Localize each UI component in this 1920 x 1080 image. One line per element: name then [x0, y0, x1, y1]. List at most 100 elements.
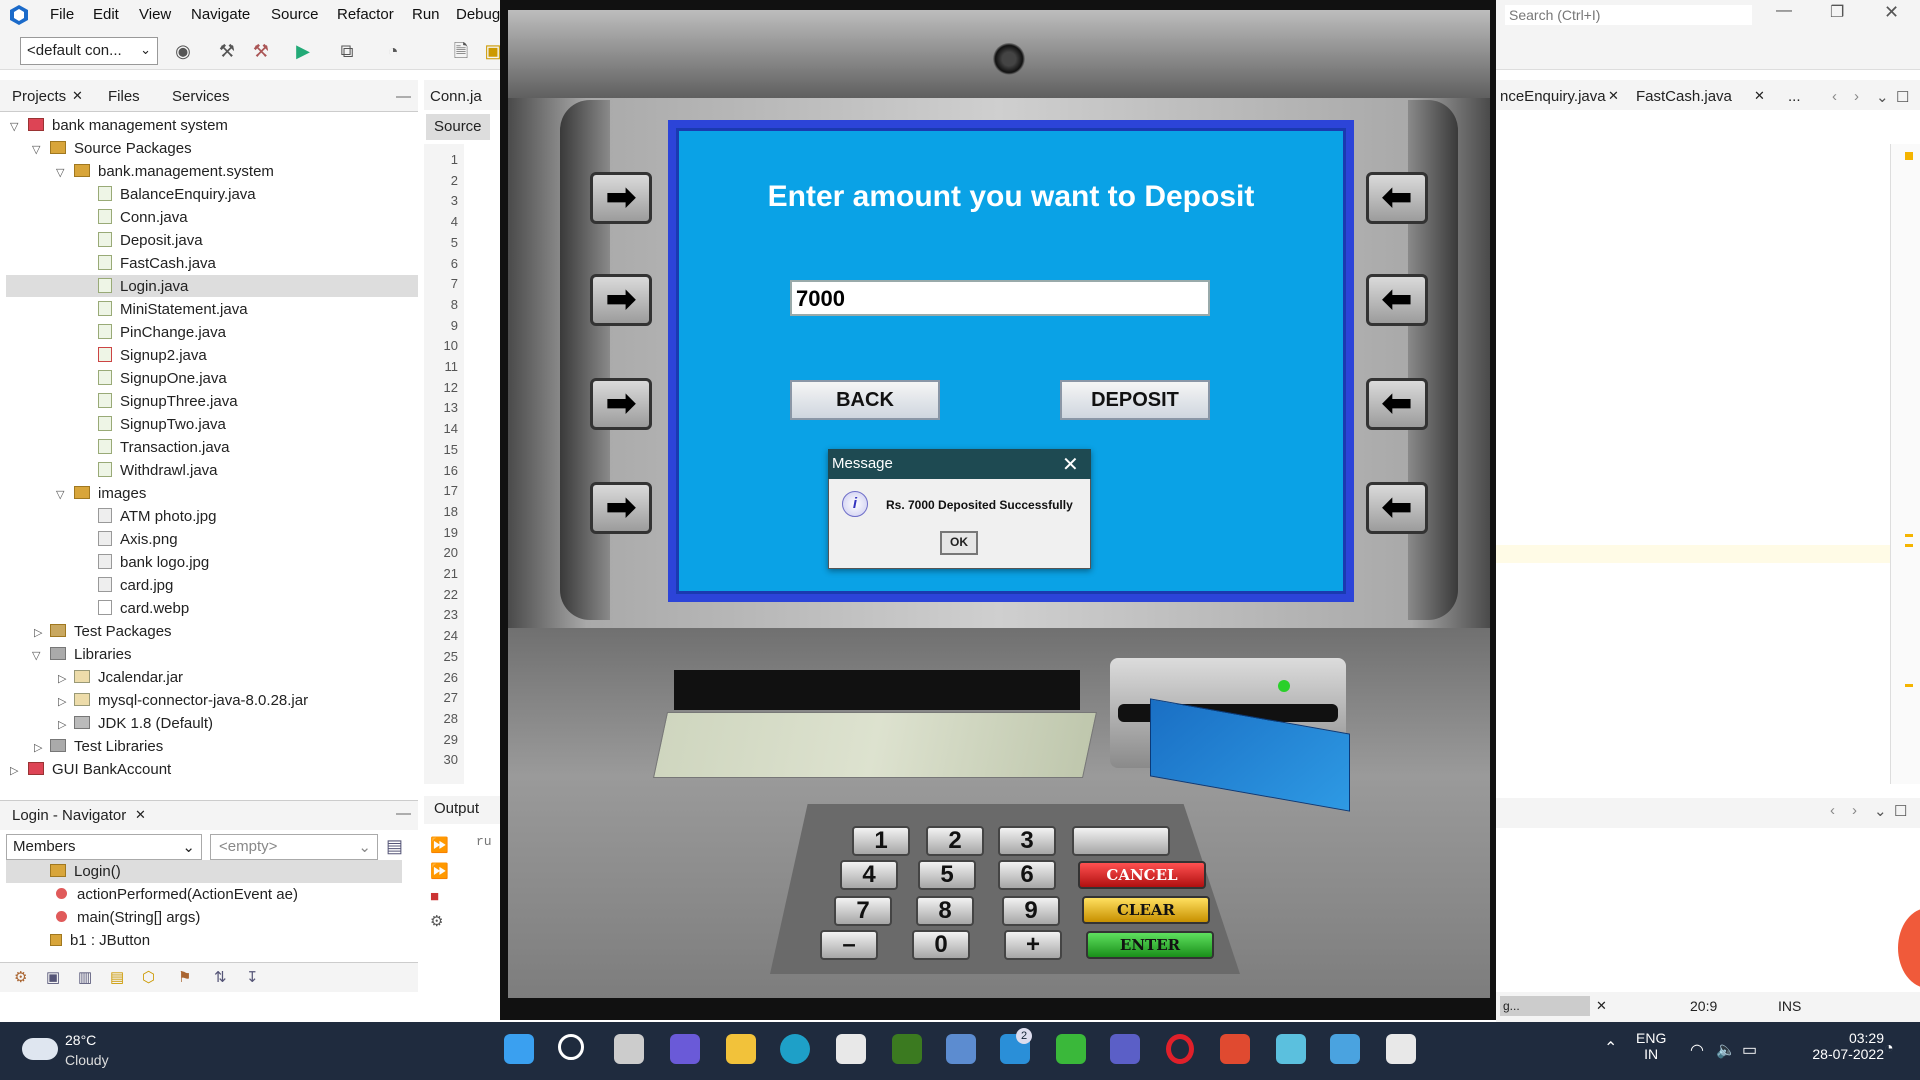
side-left-arrow-icon[interactable]: ⬅	[1366, 482, 1428, 534]
filter-icon[interactable]: ⬡	[142, 968, 155, 986]
tree-item-file[interactable]: Signup2.java	[98, 344, 207, 367]
key-1[interactable]: 1	[852, 826, 910, 856]
tree-item-file[interactable]: SignupThree.java	[98, 390, 238, 413]
tab-navigator[interactable]: Login - Navigator	[12, 807, 126, 824]
ok-button[interactable]: OK	[940, 531, 978, 555]
menu-view[interactable]: View	[139, 6, 171, 23]
chevron-right-icon[interactable]: ›	[1854, 88, 1859, 105]
teams-chat-icon[interactable]	[670, 1034, 700, 1064]
nav-item-method[interactable]: actionPerformed(ActionEvent ae)	[56, 883, 298, 906]
temperature[interactable]: 28°C	[65, 1032, 96, 1048]
minimize-icon[interactable]: —	[1776, 2, 1792, 20]
tree-item-jar[interactable]: mysql-connector-java-8.0.28.jar	[74, 689, 308, 712]
vim-icon[interactable]	[892, 1034, 922, 1064]
tree-item-file[interactable]: FastCash.java	[98, 252, 216, 275]
tab-output[interactable]: Output	[424, 796, 504, 824]
filter-icon[interactable]: ▤	[110, 968, 124, 986]
chevron-down-icon[interactable]: ▽	[32, 143, 40, 156]
deposit-button[interactable]: DEPOSIT	[1060, 380, 1210, 420]
key-5[interactable]: 5	[918, 860, 976, 890]
tree-item-file-selected[interactable]: Login.java	[98, 275, 188, 298]
chevron-down-icon[interactable]: ⌄	[1876, 88, 1889, 106]
tree-item-file[interactable]: SignupOne.java	[98, 367, 227, 390]
tree-item-file[interactable]: PinChange.java	[98, 321, 226, 344]
side-right-arrow-icon[interactable]: ➡	[590, 172, 652, 224]
tree-item-jdk[interactable]: JDK 1.8 (Default)	[74, 712, 213, 735]
chevron-right-icon[interactable]: ▷	[58, 695, 66, 708]
menu-debug[interactable]: Debug	[456, 6, 500, 23]
key-8[interactable]: 8	[916, 896, 974, 926]
minimize-pane-icon[interactable]: —	[396, 88, 411, 105]
minimize-pane-icon[interactable]: —	[396, 805, 411, 822]
warning-marker[interactable]	[1905, 534, 1913, 537]
tab-services[interactable]: Services	[172, 88, 230, 105]
close-icon[interactable]: ✕	[1884, 2, 1899, 23]
profile-icon[interactable]: ◔	[382, 40, 404, 62]
chat-app-icon[interactable]	[1056, 1034, 1086, 1064]
video-icon[interactable]	[1220, 1034, 1250, 1064]
warning-marker[interactable]	[1905, 152, 1913, 160]
notification-icon[interactable]: ◔	[1884, 1040, 1894, 1058]
side-right-arrow-icon[interactable]: ➡	[590, 482, 652, 534]
chevron-right-icon[interactable]: ▷	[10, 764, 18, 777]
chevron-down-icon[interactable]: ▽	[56, 166, 64, 179]
back-button[interactable]: BACK	[790, 380, 940, 420]
tree-item-file[interactable]: SignupTwo.java	[98, 413, 226, 436]
tree-item-package[interactable]: bank.management.system	[74, 160, 274, 183]
editor-error-stripe[interactable]	[1890, 144, 1920, 784]
side-right-arrow-icon[interactable]: ➡	[590, 378, 652, 430]
store-icon[interactable]	[836, 1034, 866, 1064]
chevron-right-icon[interactable]: ▷	[58, 718, 66, 731]
tree-item-jar[interactable]: Jcalendar.jar	[74, 666, 183, 689]
hammer-icon[interactable]: ⚒	[216, 40, 238, 62]
chevron-right-icon[interactable]: ›	[1852, 802, 1857, 819]
output-area[interactable]	[1496, 830, 1920, 990]
key-3[interactable]: 3	[998, 826, 1056, 856]
tab-more[interactable]: ...	[1788, 88, 1801, 105]
opera-icon[interactable]	[1166, 1034, 1194, 1064]
chevron-right-icon[interactable]: ▷	[34, 626, 42, 639]
chevron-up-icon[interactable]: ⌃	[1604, 1038, 1617, 1058]
menu-refactor[interactable]: Refactor	[337, 6, 394, 23]
sort-icon[interactable]: ⇅	[214, 968, 227, 986]
nav-item-method[interactable]: main(String[] args)	[56, 906, 200, 929]
filter-icon[interactable]: ▣	[46, 968, 60, 986]
tree-item-file[interactable]: BalanceEnquiry.java	[98, 183, 256, 206]
weather-text[interactable]: Cloudy	[65, 1052, 109, 1068]
clock[interactable]: 03:29 28-07-2022	[1794, 1030, 1884, 1062]
close-icon[interactable]: ✕	[1062, 452, 1079, 477]
side-left-arrow-icon[interactable]: ⬅	[1366, 274, 1428, 326]
cancel-key[interactable]: CANCEL	[1078, 861, 1206, 889]
tree-item-file[interactable]: card.webp	[98, 597, 189, 620]
tree-item-file[interactable]: bank logo.jpg	[98, 551, 209, 574]
side-left-arrow-icon[interactable]: ⬅	[1366, 172, 1428, 224]
wifi-icon[interactable]: ◠	[1690, 1040, 1704, 1060]
key-7[interactable]: 7	[834, 896, 892, 926]
tree-item-test-packages[interactable]: Test Packages	[50, 620, 172, 643]
start-icon[interactable]	[504, 1034, 534, 1064]
tree-item-file[interactable]: Transaction.java	[98, 436, 230, 459]
rerun-icon[interactable]: ⏩	[430, 862, 449, 880]
filter-icon[interactable]: ▥	[78, 968, 92, 986]
tab-balance-enquiry[interactable]: nceEnquiry.java	[1500, 88, 1606, 105]
stop-icon[interactable]: ■	[430, 888, 439, 905]
new-file-icon[interactable]: 🗎	[450, 40, 472, 62]
language-indicator[interactable]: ENG IN	[1636, 1030, 1666, 1062]
nav-item-constructor[interactable]: Login()	[6, 860, 402, 883]
tree-item-file[interactable]: Conn.java	[98, 206, 188, 229]
members-select[interactable]: Members ⌄	[6, 834, 202, 860]
chevron-down-icon[interactable]: ▽	[32, 649, 40, 662]
menu-run[interactable]: Run	[412, 6, 440, 23]
filter-icon[interactable]: ⚑	[178, 968, 191, 986]
warning-marker[interactable]	[1905, 544, 1913, 547]
chevron-down-icon[interactable]: ▽	[56, 488, 64, 501]
tree-item-libraries[interactable]: Libraries	[50, 643, 132, 666]
task-view-icon[interactable]	[614, 1034, 644, 1064]
key-0[interactable]: 0	[912, 930, 970, 960]
menu-navigate[interactable]: Navigate	[191, 6, 250, 23]
close-icon[interactable]: ✕	[135, 807, 146, 823]
maximize-icon[interactable]: ❐	[1830, 2, 1844, 22]
chevron-down-icon[interactable]: ▽	[10, 120, 18, 133]
side-left-arrow-icon[interactable]: ⬅	[1366, 378, 1428, 430]
menu-source[interactable]: Source	[271, 6, 319, 23]
